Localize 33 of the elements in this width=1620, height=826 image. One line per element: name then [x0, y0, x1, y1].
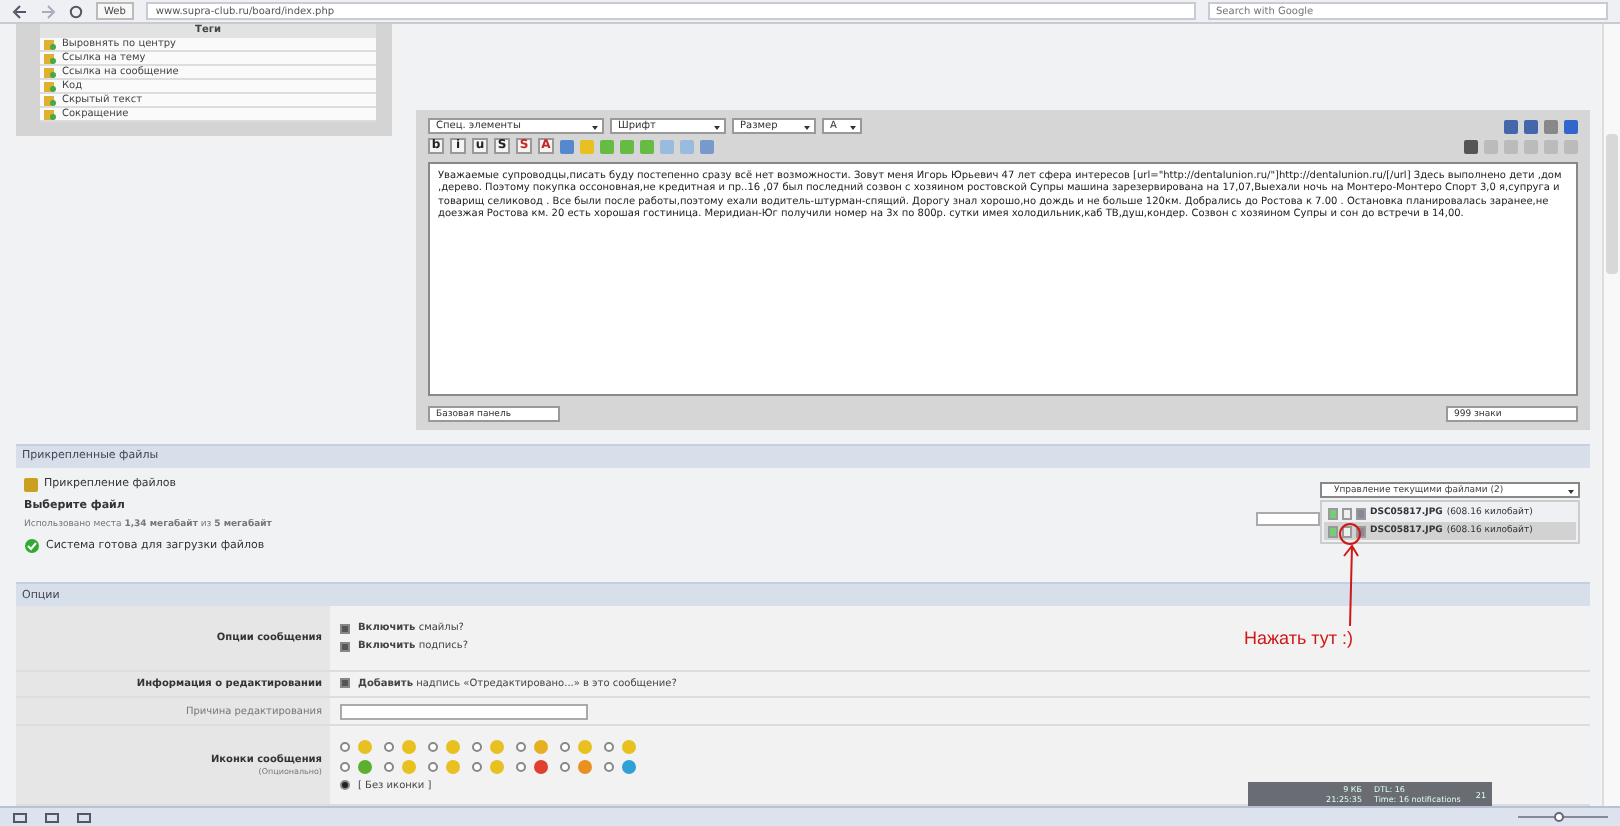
radio-button[interactable]	[604, 741, 614, 752]
radio-button[interactable]	[340, 780, 350, 791]
caret-icon	[802, 121, 812, 131]
file-input[interactable]	[1256, 512, 1320, 526]
radio-button[interactable]	[340, 741, 350, 752]
radio-button[interactable]	[516, 761, 526, 772]
check-icon	[24, 537, 40, 554]
forward-icon[interactable]	[40, 3, 56, 19]
radio-button[interactable]	[560, 741, 570, 752]
radio-button[interactable]	[560, 761, 570, 772]
radio-button[interactable]	[472, 761, 482, 772]
scrollbar[interactable]	[1602, 24, 1620, 806]
checkbox[interactable]	[340, 678, 350, 689]
annotation-text: Нажать тут :)	[1244, 628, 1353, 648]
slider-thumb[interactable]	[1554, 812, 1565, 822]
radio-button[interactable]	[428, 741, 438, 752]
radio-button[interactable]	[428, 761, 438, 772]
caret-icon	[1566, 485, 1576, 495]
checkbox[interactable]	[340, 623, 350, 634]
caret-icon	[848, 121, 858, 131]
reload-icon[interactable]	[68, 3, 84, 19]
radio-button[interactable]	[604, 761, 614, 772]
attach-icon	[24, 477, 38, 492]
caret-icon	[590, 121, 600, 131]
radio-button[interactable]	[384, 761, 394, 772]
radio-button[interactable]	[472, 741, 482, 752]
radio-button[interactable]	[340, 761, 350, 772]
reason-field[interactable]	[340, 703, 588, 720]
radio-button[interactable]	[384, 741, 394, 752]
checkbox[interactable]	[340, 641, 350, 652]
caret-icon	[712, 121, 722, 131]
radio-button[interactable]	[516, 741, 526, 752]
back-icon[interactable]	[12, 3, 28, 19]
